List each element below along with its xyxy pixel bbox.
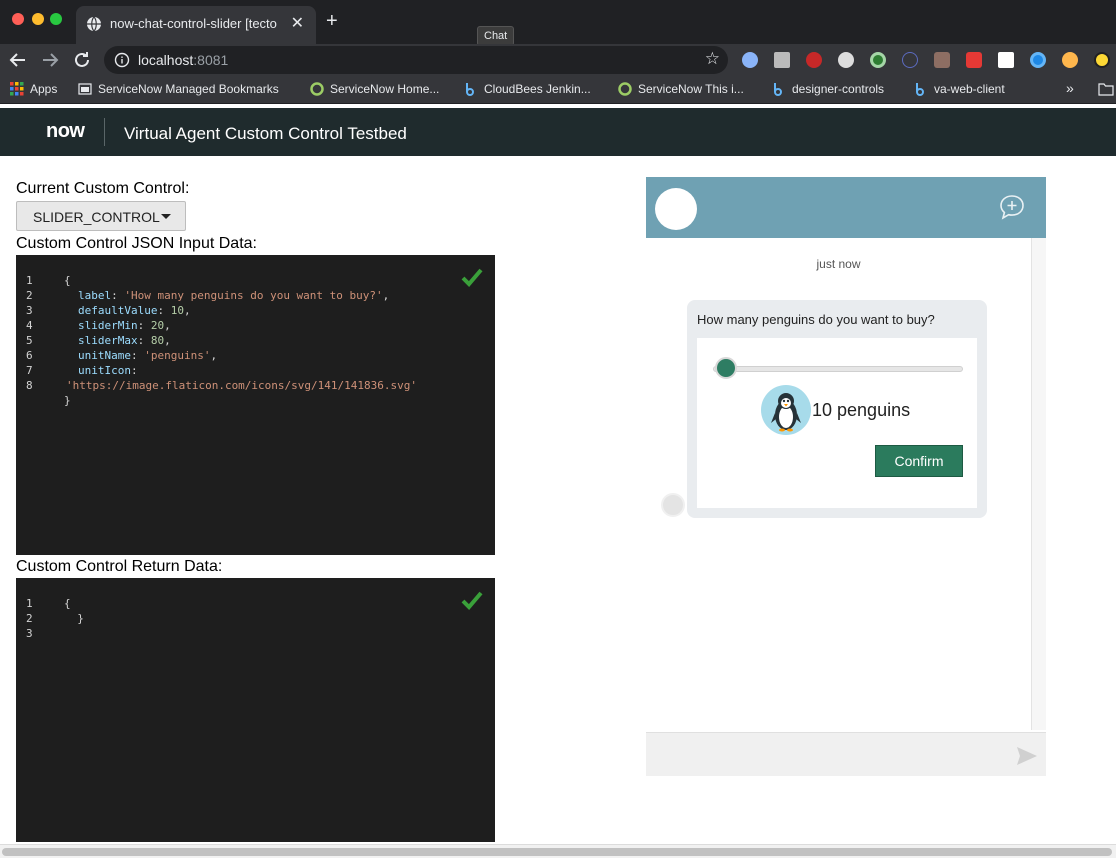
url-text: localhost:8081 xyxy=(138,52,229,68)
code-line: 4 sliderMin: 20, xyxy=(26,319,171,332)
servicenow-icon xyxy=(618,82,632,96)
extension-icon[interactable] xyxy=(966,52,982,68)
slider-control-card: 10 penguins Confirm xyxy=(697,338,977,508)
extension-icon[interactable] xyxy=(934,52,950,68)
header-divider xyxy=(104,118,105,146)
chat-message-input[interactable] xyxy=(646,732,1046,776)
dropdown-value: SLIDER_CONTROL xyxy=(33,209,160,225)
caret-down-icon xyxy=(161,214,171,219)
bot-avatar xyxy=(661,493,685,517)
json-input-label: Custom Control JSON Input Data: xyxy=(16,235,257,252)
slider-thumb[interactable] xyxy=(715,357,737,379)
bookmark-item-servicenow-home[interactable]: ServiceNow Home... xyxy=(310,82,439,96)
horizontal-scrollbar[interactable] xyxy=(0,844,1116,858)
send-icon[interactable] xyxy=(1016,746,1038,766)
message-timestamp: just now xyxy=(816,257,861,271)
code-line: 1{ xyxy=(26,597,71,610)
bookmark-item-apps[interactable]: Apps xyxy=(10,82,57,96)
chat-tooltip: Chat xyxy=(477,26,515,46)
extension-icon[interactable] xyxy=(1030,52,1046,68)
page-title: Virtual Agent Custom Control Testbed xyxy=(124,124,407,143)
code-line: 3 xyxy=(26,627,33,640)
new-tab-button[interactable]: + xyxy=(326,10,338,33)
bookmarks-bar: Apps ServiceNow Managed Bookmarks Servic… xyxy=(0,76,1116,104)
forward-arrow-icon[interactable] xyxy=(38,48,62,72)
slider-value-text: 10 penguins xyxy=(812,400,911,420)
tab-close-icon[interactable]: ✕ xyxy=(291,13,304,33)
browser-toolbar: localhost:8081 ☆ xyxy=(0,44,1116,76)
bookmark-item-servicenow-this[interactable]: ServiceNow This i... xyxy=(618,82,744,96)
bookmark-item-designer-controls[interactable]: designer-controls xyxy=(772,82,884,96)
code-line: 3 defaultValue: 10, xyxy=(26,304,191,317)
chat-messages: just now How many penguins do you want t… xyxy=(646,238,1031,730)
agent-avatar xyxy=(655,188,697,230)
valid-check-icon xyxy=(461,591,483,610)
slider-track[interactable] xyxy=(713,366,963,372)
extension-icon[interactable] xyxy=(902,52,918,68)
return-data-editor[interactable]: 1{ 2 } 3 xyxy=(16,578,495,842)
apps-grid-icon xyxy=(10,82,24,96)
bookmark-star-icon[interactable]: ☆ xyxy=(705,49,720,69)
app-header: now Virtual Agent Custom Control Testbed xyxy=(0,108,1116,156)
browser-tab-bar: now-chat-control-slider [tecto ✕ + Chat xyxy=(0,0,1116,46)
message-bubble: How many penguins do you want to buy? 10… xyxy=(687,300,987,518)
extension-icon[interactable] xyxy=(838,52,854,68)
custom-control-dropdown[interactable]: SLIDER_CONTROL xyxy=(16,201,186,231)
globe-icon xyxy=(87,16,101,32)
reload-icon[interactable] xyxy=(70,48,94,72)
scrollbar-thumb[interactable] xyxy=(2,848,1112,856)
chat-header xyxy=(646,177,1046,238)
code-line: 7 unitIcon: xyxy=(26,364,138,377)
extension-icon[interactable] xyxy=(1062,52,1078,68)
extension-icon[interactable] xyxy=(1094,52,1110,68)
current-control-label: Current Custom Control: xyxy=(16,180,190,197)
servicenow-logo: now xyxy=(46,120,85,142)
site-info-icon[interactable] xyxy=(114,52,130,68)
chat-scrollbar[interactable] xyxy=(1031,238,1046,730)
bookmark-item-cloudbees[interactable]: CloudBees Jenkin... xyxy=(464,82,591,96)
bookmark-item-managed[interactable]: ServiceNow Managed Bookmarks xyxy=(78,82,279,96)
chat-widget: just now How many penguins do you want t… xyxy=(646,177,1046,777)
window-minimize-button[interactable] xyxy=(32,13,44,25)
bookmark-item-va-web-client[interactable]: va-web-client xyxy=(914,82,1005,96)
address-bar[interactable]: localhost:8081 ☆ xyxy=(104,46,728,74)
code-line: 1{ xyxy=(26,274,71,287)
extension-icon[interactable] xyxy=(870,52,886,68)
confirm-button[interactable]: Confirm xyxy=(875,445,963,477)
json-input-editor[interactable]: 1{ 2 label: 'How many penguins do you wan… xyxy=(16,255,495,555)
window-zoom-button[interactable] xyxy=(50,13,62,25)
cloudbees-icon xyxy=(916,83,925,96)
extension-icon[interactable] xyxy=(998,52,1014,68)
cloudbees-icon xyxy=(466,83,475,96)
bookmarks-overflow-button[interactable]: » xyxy=(1066,80,1074,96)
code-line: 6 unitName: 'penguins', xyxy=(26,349,218,362)
cloudbees-icon xyxy=(774,83,783,96)
window-close-button[interactable] xyxy=(12,13,24,25)
extension-icon[interactable] xyxy=(806,52,822,68)
valid-check-icon xyxy=(461,268,483,287)
folder-icon xyxy=(78,83,92,95)
penguin-icon xyxy=(761,385,811,435)
return-data-label: Custom Control Return Data: xyxy=(16,558,223,575)
code-line: 5 sliderMax: 80, xyxy=(26,334,171,347)
folder-icon[interactable] xyxy=(1098,82,1114,96)
code-line: } xyxy=(64,394,71,407)
extension-icon[interactable] xyxy=(742,52,758,68)
new-conversation-icon[interactable] xyxy=(998,193,1026,221)
extension-icon[interactable] xyxy=(774,52,790,68)
back-arrow-icon[interactable] xyxy=(6,48,30,72)
code-line: 2 } xyxy=(26,612,84,625)
browser-tab[interactable]: now-chat-control-slider [tecto ✕ xyxy=(76,6,316,44)
code-line: 8'https://image.flaticon.com/icons/svg/1… xyxy=(26,379,417,392)
tab-title: now-chat-control-slider [tecto xyxy=(110,16,277,31)
servicenow-icon xyxy=(310,82,324,96)
slider-question: How many penguins do you want to buy? xyxy=(697,312,935,327)
code-line: 2 label: 'How many penguins do you want t… xyxy=(26,289,390,302)
